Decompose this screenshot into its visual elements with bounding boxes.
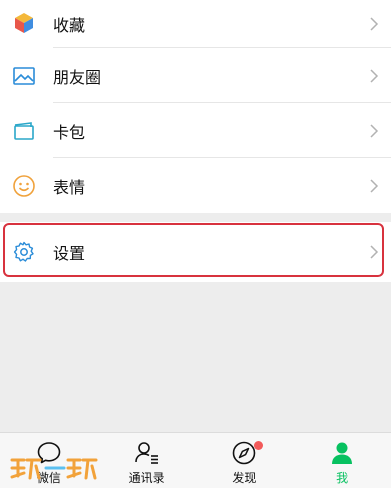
section-gap <box>0 213 391 222</box>
menu-item-stickers[interactable]: 表情 <box>0 158 391 213</box>
chevron-right-icon <box>370 68 379 83</box>
menu-item-label: 卡包 <box>53 122 86 142</box>
menu-item-label: 表情 <box>53 177 86 197</box>
cube-icon <box>15 13 33 34</box>
menu-item-label: 收藏 <box>53 16 86 35</box>
smiley-icon <box>13 174 35 197</box>
tab-me[interactable]: 我 <box>293 433 391 488</box>
person-icon <box>332 442 353 464</box>
tab-label: 我 <box>336 471 349 485</box>
menu-item-favorites[interactable]: 收藏 <box>0 0 391 48</box>
menu-item-settings[interactable]: 设置 <box>0 222 391 282</box>
tab-label: 通讯录 <box>128 471 165 485</box>
watermark-logo <box>10 458 98 480</box>
tab-contacts[interactable]: 通讯录 <box>98 433 196 488</box>
tab-label: 发现 <box>232 471 257 485</box>
tab-discover[interactable]: 发现 <box>196 433 294 488</box>
me-menu: 收藏 朋友圈 卡包 表情 设置 <box>0 0 391 282</box>
menu-item-cards[interactable]: 卡包 <box>0 103 391 158</box>
image-icon <box>13 66 35 85</box>
card-icon <box>14 121 34 140</box>
chevron-right-icon <box>370 178 379 193</box>
menu-item-label: 设置 <box>53 244 86 263</box>
chevron-right-icon <box>370 245 379 259</box>
notification-dot <box>253 441 263 450</box>
menu-item-moments[interactable]: 朋友圈 <box>0 48 391 103</box>
contacts-icon <box>134 442 158 464</box>
menu-item-label: 朋友圈 <box>53 67 102 87</box>
gear-icon <box>13 241 34 262</box>
chevron-right-icon <box>370 17 379 31</box>
chevron-right-icon <box>370 123 379 138</box>
